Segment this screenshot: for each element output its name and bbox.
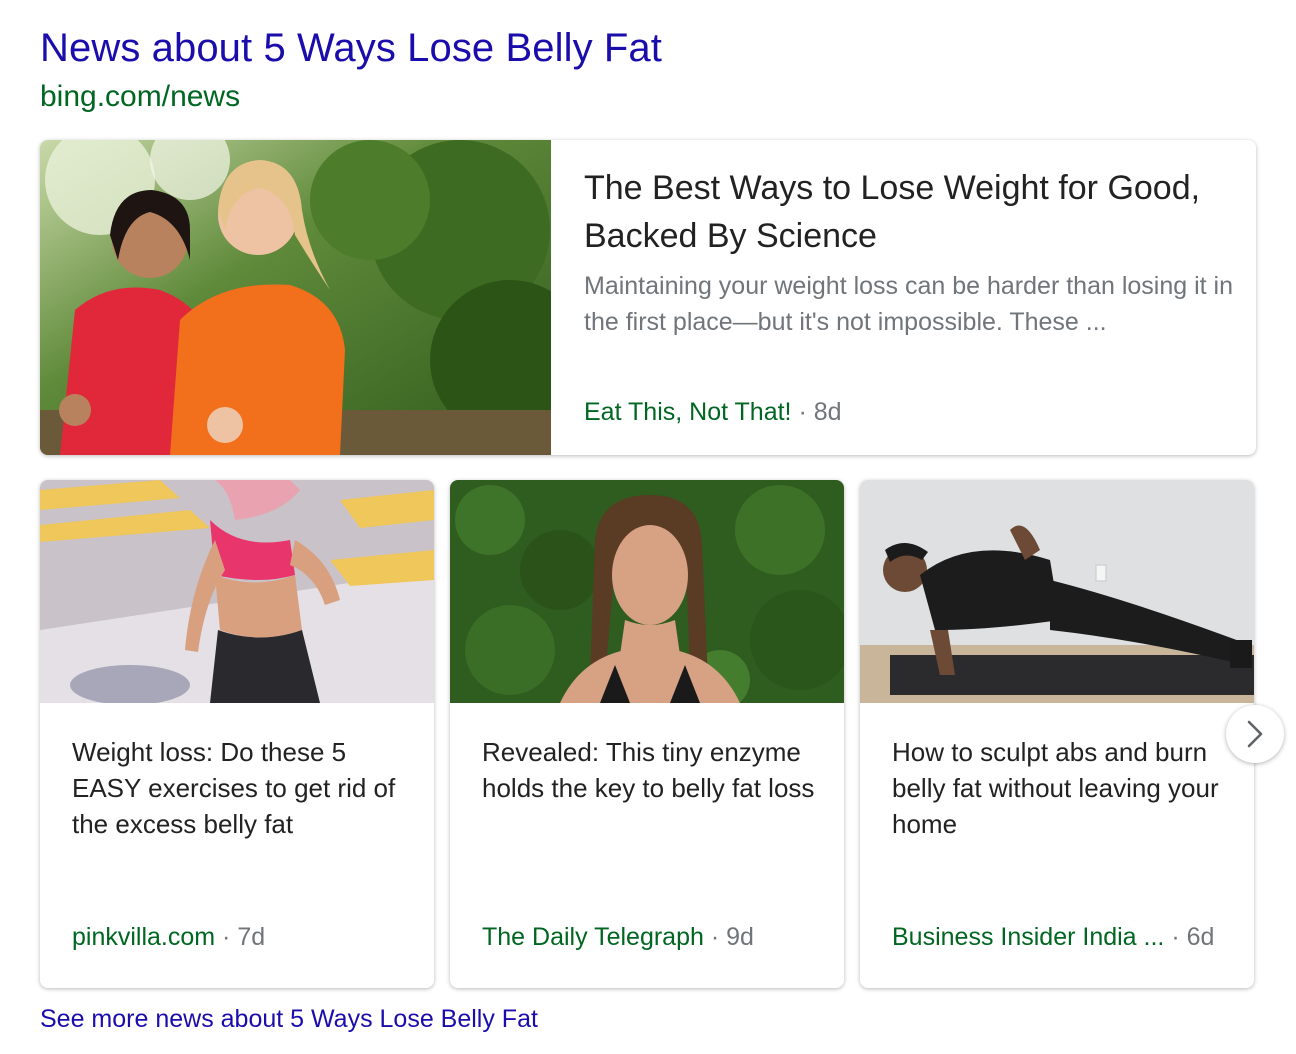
news-card-headline[interactable]: Revealed: This tiny enzyme holds the key…	[482, 734, 822, 806]
featured-news-body: The Best Ways to Lose Weight for Good, B…	[584, 164, 1234, 340]
separator-dot: ·	[215, 923, 238, 951]
news-card-source-line: pinkvilla.com · 7d	[72, 922, 265, 952]
news-source-name: Eat This, Not That!	[584, 398, 792, 426]
featured-news-card[interactable]: The Best Ways to Lose Weight for Good, B…	[40, 140, 1256, 455]
news-card-headline[interactable]: Weight loss: Do these 5 EASY exercises t…	[72, 734, 412, 842]
news-results-page: News about 5 Ways Lose Belly Fat bing.co…	[0, 0, 1296, 1054]
news-card-image	[450, 480, 844, 703]
news-card[interactable]: How to sculpt abs and burn belly fat wit…	[860, 480, 1254, 988]
separator-dot: ·	[1164, 923, 1187, 951]
news-section-title-link[interactable]: News about 5 Ways Lose Belly Fat	[40, 26, 662, 71]
featured-news-source-line: Eat This, Not That! · 8d	[584, 397, 842, 427]
separator-dot: ·	[703, 923, 727, 951]
see-more-news-link[interactable]: See more news about 5 Ways Lose Belly Fa…	[40, 1005, 538, 1034]
news-age: 8d	[813, 398, 842, 426]
news-card-image	[40, 480, 434, 703]
carousel-next-button[interactable]	[1226, 705, 1284, 763]
separator-dot: ·	[791, 398, 814, 426]
news-source-name: Business Insider India ...	[892, 923, 1165, 951]
news-card-source-line: The Daily Telegraph · 9d	[482, 922, 754, 952]
news-source-name: pinkvilla.com	[72, 923, 216, 951]
news-card-image	[860, 480, 1254, 703]
featured-news-snippet: Maintaining your weight loss can be hard…	[584, 272, 1233, 336]
news-age: 6d	[1186, 923, 1215, 951]
news-card[interactable]: Revealed: This tiny enzyme holds the key…	[450, 480, 844, 988]
featured-news-image	[40, 140, 551, 455]
chevron-right-icon	[1244, 719, 1266, 749]
featured-news-headline[interactable]: The Best Ways to Lose Weight for Good, B…	[584, 164, 1234, 260]
news-card-headline[interactable]: How to sculpt abs and burn belly fat wit…	[892, 734, 1232, 842]
news-age: 7d	[237, 923, 266, 951]
news-source-name: The Daily Telegraph	[482, 923, 704, 951]
news-card-source-line: Business Insider India ... · 6d	[892, 922, 1214, 952]
news-card[interactable]: Weight loss: Do these 5 EASY exercises t…	[40, 480, 434, 988]
news-age: 9d	[726, 923, 754, 951]
news-section-url: bing.com/news	[40, 80, 241, 113]
